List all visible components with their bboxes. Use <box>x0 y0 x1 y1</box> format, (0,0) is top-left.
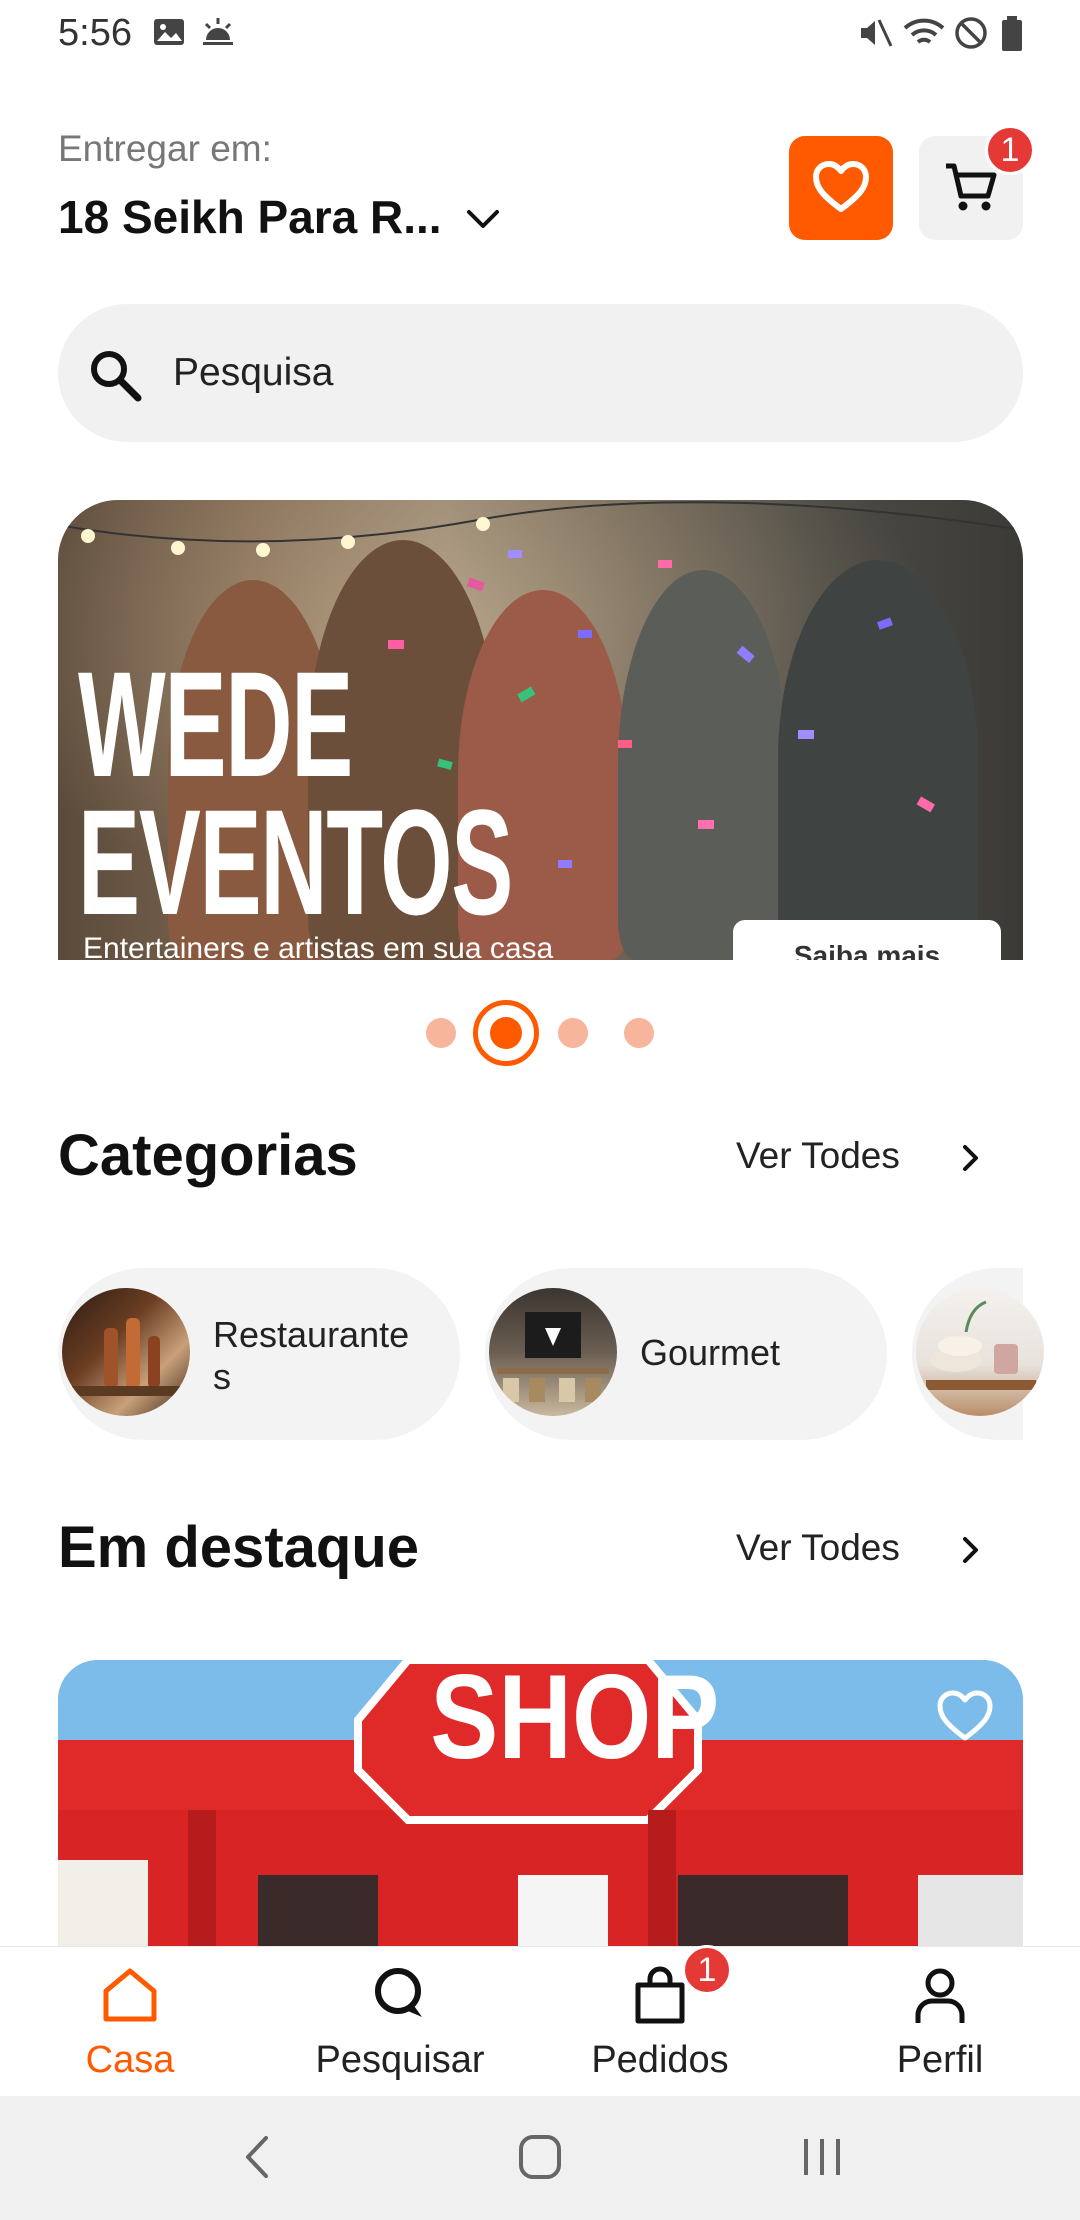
chevron-down-icon[interactable] <box>463 200 503 240</box>
cart-count-badge: 1 <box>985 125 1035 175</box>
nav-label-home: Casa <box>85 2039 175 2081</box>
person-icon <box>915 1968 965 2023</box>
banner-title-line-2: EVENTOS <box>78 778 513 946</box>
carousel-dot[interactable] <box>558 1018 588 1048</box>
system-navigation-bar <box>0 2096 1080 2220</box>
nav-label-profile: Perfil <box>896 2039 984 2081</box>
pepper-mills-icon <box>72 1318 182 1396</box>
category-image-restaurants <box>62 1288 190 1416</box>
home-button-icon[interactable] <box>518 2134 562 2180</box>
heart-icon <box>813 161 869 212</box>
category-spa-partial[interactable] <box>912 1268 1044 1440</box>
mute-icon <box>861 19 893 47</box>
do-not-disturb-icon <box>955 17 987 49</box>
nav-item-orders[interactable]: 1 Pedidos <box>570 1945 750 2097</box>
category-image-gourmet <box>489 1288 617 1416</box>
carousel-dot[interactable] <box>624 1018 654 1048</box>
category-label-gourmet: Gourmet <box>640 1332 781 1373</box>
orders-count-badge: 1 <box>682 1945 732 1995</box>
delivery-address[interactable]: 18 Seikh Para R... <box>58 190 442 244</box>
banner-subtitle: Entertainers e artistas em sua casa <box>83 932 554 960</box>
carousel-dot[interactable] <box>426 1018 456 1048</box>
spa-items-icon <box>926 1300 1036 1390</box>
status-bar: 5:56 <box>0 0 1080 64</box>
chevron-right-icon[interactable] <box>955 1143 985 1173</box>
category-label-restaurants: Restaurante s <box>213 1314 410 1397</box>
carousel-dot-active[interactable] <box>473 1000 539 1066</box>
back-icon[interactable] <box>240 2134 276 2180</box>
banner-title: WEDE EVENTOS <box>78 640 513 946</box>
categories-title: Categorias <box>58 1123 358 1188</box>
nav-item-search[interactable]: Pesquisar <box>295 1947 505 2097</box>
chevron-right-icon[interactable] <box>955 1535 985 1565</box>
wifi-icon <box>903 18 945 44</box>
search-input[interactable] <box>173 304 973 442</box>
featured-card-sign-text: SHOP <box>430 1660 720 1784</box>
featured-title: Em destaque <box>58 1515 419 1580</box>
search-icon <box>375 1968 422 2017</box>
featured-store-card[interactable]: SHOP <box>58 1660 1023 1950</box>
search-icon <box>91 351 142 402</box>
favorites-button[interactable] <box>789 136 893 240</box>
category-image-spa <box>916 1288 1044 1416</box>
nav-label-orders: Pedidos <box>591 2039 729 2081</box>
search-bar[interactable] <box>58 304 1023 442</box>
categories-see-all-link[interactable]: Ver Todes <box>736 1135 900 1177</box>
battery-icon <box>1002 16 1022 51</box>
nav-item-profile[interactable]: Perfil <box>860 1947 1020 2097</box>
nav-label-search: Pesquisar <box>315 2039 485 2081</box>
banner-cta-button[interactable]: Saiba mais <box>733 920 1001 960</box>
bottom-navigation: Casa Pesquisar 1 Pedidos Perfil <box>0 1945 1080 2097</box>
heart-icon[interactable] <box>936 1690 994 1744</box>
banner-title-line-1: WEDE <box>78 640 353 808</box>
image-notification-icon <box>154 19 184 45</box>
status-time: 5:56 <box>58 12 132 54</box>
deliver-label: Entregar em: <box>58 128 272 169</box>
home-icon <box>103 1968 157 2022</box>
cart-icon <box>946 163 997 211</box>
featured-see-all-link[interactable]: Ver Todes <box>736 1527 900 1569</box>
weather-icon <box>203 18 233 45</box>
category-gourmet[interactable]: Gourmet <box>485 1268 887 1440</box>
recent-apps-icon[interactable] <box>800 2136 844 2178</box>
nav-item-home[interactable]: Casa <box>45 1947 215 2097</box>
store-display-icon <box>497 1312 609 1402</box>
category-restaurants[interactable]: Restaurante s <box>58 1268 460 1440</box>
promo-banner[interactable]: WEDE EVENTOS Entertainers e artistas em … <box>58 500 1023 960</box>
